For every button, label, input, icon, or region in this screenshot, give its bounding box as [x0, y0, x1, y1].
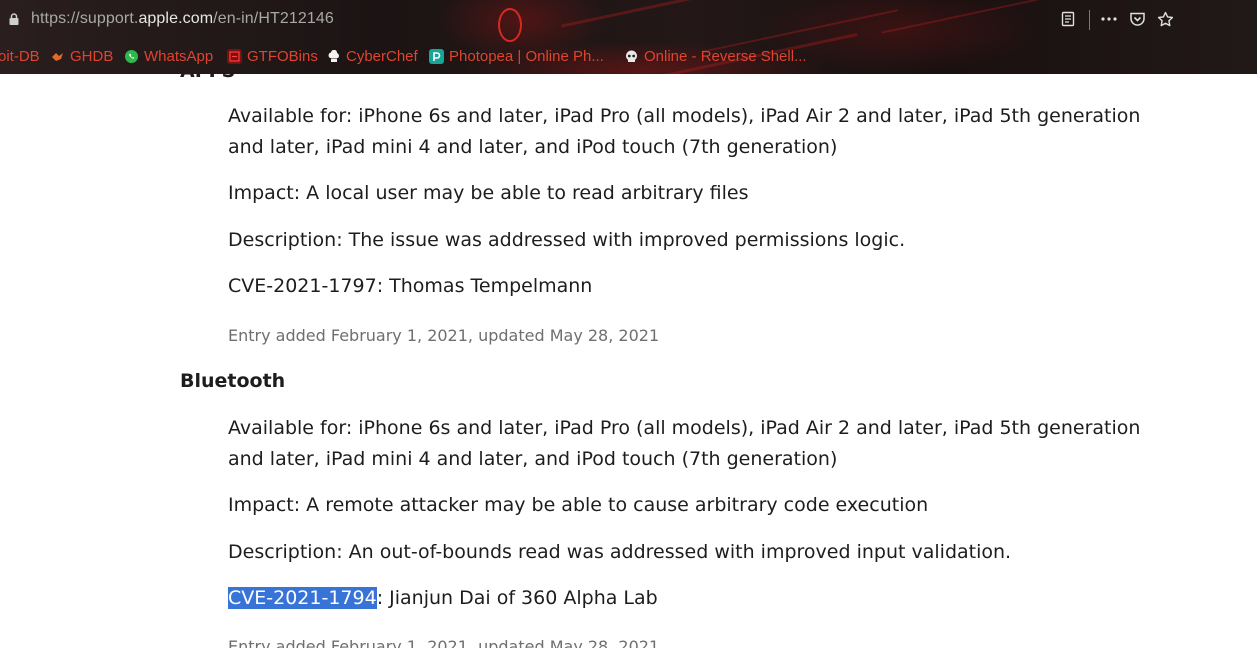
bookmark-gtfobins[interactable]: GTFOBins [227, 48, 318, 65]
url-path: /en-in/HT212146 [213, 10, 334, 27]
bookmark-ghdb[interactable]: GHDB [50, 48, 113, 65]
cve-credit: : Jianjun Dai of 360 Alpha Lab [376, 587, 658, 609]
section-heading-apfs: APFS [180, 74, 235, 82]
available-for-text: Available for: iPhone 6s and later, iPad… [228, 105, 1141, 158]
available-for-text: Available for: iPhone 6s and later, iPad… [228, 417, 1141, 470]
bookmark-label: WhatsApp [144, 48, 214, 65]
entry-date: Entry added February 1, 2021, updated Ma… [228, 326, 660, 345]
entry-date: Entry added February 1, 2021, updated Ma… [228, 637, 660, 648]
bookmark-label: Online - Reverse Shell... [644, 48, 807, 65]
url-text[interactable]: https://support.apple.com/en-in/HT212146 [31, 10, 334, 28]
bookmark-label: oit-DB [0, 48, 40, 65]
photopea-icon [429, 49, 444, 64]
bookmark-photopea[interactable]: Photopea | Online Ph... [429, 48, 604, 65]
section-heading-bluetooth: Bluetooth [180, 370, 286, 392]
reader-view-icon[interactable] [1057, 8, 1079, 30]
page-content: APFS Available for: iPhone 6s and later,… [0, 74, 1257, 648]
browser-chrome: https://support.apple.com/en-in/HT212146… [0, 0, 1257, 74]
more-actions-icon[interactable] [1098, 8, 1120, 30]
whatsapp-icon [124, 49, 139, 64]
description-text: Description: An out-of-bounds read was a… [228, 541, 1012, 563]
bookmark-label: CyberChef [346, 48, 418, 65]
url-host: apple.com [138, 10, 214, 27]
bookmark-label: Photopea | Online Ph... [449, 48, 604, 65]
pocket-icon[interactable] [1126, 8, 1148, 30]
cve-id-selected[interactable]: CVE-2021-1794 [228, 587, 377, 609]
bookmark-whatsapp[interactable]: WhatsApp [124, 48, 213, 65]
cyberchef-icon [326, 49, 341, 64]
lock-icon [9, 13, 19, 25]
ghdb-icon [50, 49, 65, 64]
impact-text: Impact: A remote attacker may be able to… [228, 494, 929, 516]
gtfobins-icon [227, 49, 242, 64]
impact-text: Impact: A local user may be able to read… [228, 182, 749, 204]
toolbar-separator [1089, 10, 1090, 30]
description-text: Description: The issue was addressed wit… [228, 229, 906, 251]
cve-line: CVE-2021-1797: Thomas Tempelmann [228, 271, 1158, 302]
cve-line: CVE-2021-1794: Jianjun Dai of 360 Alpha … [228, 583, 1158, 614]
skull-icon [624, 49, 639, 64]
bookmark-cyberchef[interactable]: CyberChef [326, 48, 418, 65]
bookmark-label: GHDB [70, 48, 114, 65]
bookmarks-toolbar: oit-DB GHDB WhatsApp GTFOBins CyberChef [0, 44, 1257, 70]
bookmark-label: GTFOBins [247, 48, 318, 65]
bookmark-star-icon[interactable] [1154, 8, 1176, 30]
cve-id: CVE-2021-1797 [228, 275, 377, 297]
bookmark-exploit-db[interactable]: oit-DB [0, 48, 40, 65]
url-prefix: https://support. [31, 10, 139, 27]
bookmark-reverse-shell[interactable]: Online - Reverse Shell... [624, 48, 807, 65]
cve-credit: : Thomas Tempelmann [376, 275, 593, 297]
